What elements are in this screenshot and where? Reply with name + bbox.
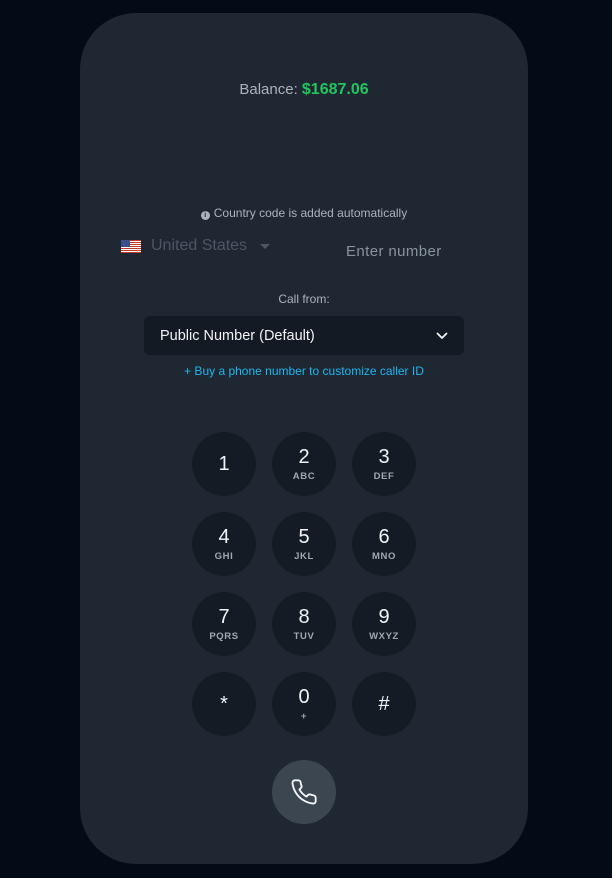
caret-down-icon xyxy=(260,244,271,249)
key-digit: # xyxy=(378,693,390,715)
call-from-selected: Public Number (Default) xyxy=(160,327,315,344)
key-digit: 2 xyxy=(298,446,310,468)
key-5[interactable]: 5 JKL xyxy=(272,512,336,576)
key-2[interactable]: 2 ABC xyxy=(272,432,336,496)
key-digit: 8 xyxy=(298,606,310,628)
key-letters: DEF xyxy=(373,471,395,482)
call-from-select[interactable]: Public Number (Default) xyxy=(144,316,464,355)
chevron-down-icon xyxy=(436,332,448,339)
key-star[interactable]: * xyxy=(192,672,256,736)
key-4[interactable]: 4 GHI xyxy=(192,512,256,576)
country-code-notice: i Country code is added automatically xyxy=(80,206,528,220)
key-digit: * xyxy=(220,693,228,715)
key-letters: JKL xyxy=(294,551,314,562)
country-name: United States xyxy=(151,237,248,254)
call-button[interactable] xyxy=(272,760,336,824)
key-digit: 3 xyxy=(378,446,390,468)
buy-number-link[interactable]: + Buy a phone number to customize caller… xyxy=(80,364,528,378)
key-digit: 5 xyxy=(298,526,310,548)
key-8[interactable]: 8 TUV xyxy=(272,592,336,656)
key-letters: + xyxy=(300,711,308,722)
key-0[interactable]: 0 + xyxy=(272,672,336,736)
dialer-panel: Balance: $1687.06 i Country code is added… xyxy=(80,13,528,864)
key-digit: 0 xyxy=(298,686,310,708)
balance-display: Balance: $1687.06 xyxy=(80,81,528,99)
key-6[interactable]: 6 MNO xyxy=(352,512,416,576)
balance-amount: $1687.06 xyxy=(301,81,369,98)
key-1[interactable]: 1 xyxy=(192,432,256,496)
key-7[interactable]: 7 PQRS xyxy=(192,592,256,656)
phone-icon xyxy=(291,779,317,805)
key-digit: 7 xyxy=(218,606,230,628)
us-flag-icon xyxy=(121,239,141,253)
key-digit: 6 xyxy=(378,526,390,548)
key-digit: 1 xyxy=(218,453,230,475)
key-3[interactable]: 3 DEF xyxy=(352,432,416,496)
country-selector[interactable]: United States xyxy=(121,237,271,255)
key-letters: ABC xyxy=(292,471,316,482)
key-digit: 9 xyxy=(378,606,390,628)
key-letters: TUV xyxy=(293,631,315,642)
call-from-label: Call from: xyxy=(278,292,330,306)
balance-label: Balance: xyxy=(239,81,298,98)
key-hash[interactable]: # xyxy=(352,672,416,736)
notice-text: Country code is added automatically xyxy=(213,206,408,220)
key-letters: PQRS xyxy=(209,631,239,642)
key-9[interactable]: 9 WXYZ xyxy=(352,592,416,656)
key-digit: 4 xyxy=(218,526,230,548)
info-icon: i xyxy=(200,211,210,220)
key-letters: MNO xyxy=(372,551,396,562)
key-letters: WXYZ xyxy=(369,631,399,642)
phone-number-input[interactable] xyxy=(344,239,488,263)
key-letters: GHI xyxy=(214,551,234,562)
